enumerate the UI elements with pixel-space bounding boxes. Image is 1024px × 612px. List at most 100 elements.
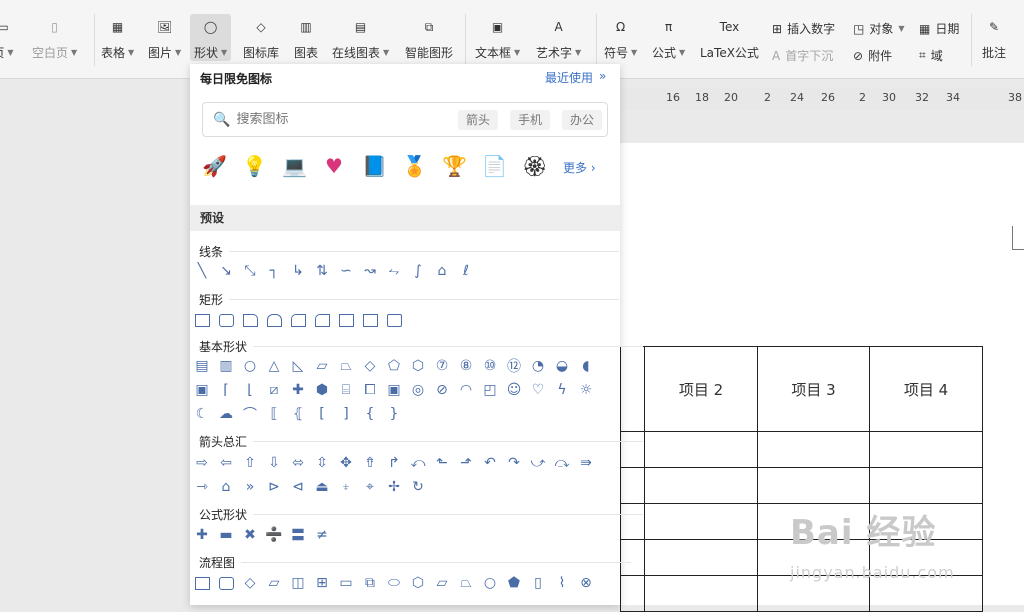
book-icon[interactable]: 📘 [362, 154, 387, 178]
snip-same-side-icon[interactable] [313, 312, 331, 328]
elbow-connector-icon[interactable]: ┐ [265, 263, 283, 279]
curved-down-arrow-icon[interactable]: ⤼ [553, 455, 571, 471]
tag-phone[interactable]: 手机 [510, 110, 551, 130]
card-icon[interactable]: ▯ [529, 575, 547, 591]
octagon-icon[interactable]: ⑧ [457, 358, 475, 374]
page-break-button[interactable]: ▭页▼ [0, 14, 16, 61]
punched-tape-icon[interactable]: ⌇ [553, 575, 571, 591]
rectangle-icon[interactable] [193, 312, 211, 328]
u-turn-arrow-icon[interactable]: ⤺ [409, 455, 427, 471]
minus-icon[interactable]: ▬ [217, 527, 235, 543]
down-arrow-icon[interactable]: ⇩ [265, 455, 283, 471]
curved-right-arrow-icon[interactable]: ↶ [481, 455, 499, 471]
tag-arrow[interactable]: 箭头 [458, 110, 499, 130]
multidocument-icon[interactable]: ⧉ [361, 575, 379, 591]
parallelogram-icon[interactable]: ▱ [313, 358, 331, 374]
rectangle-alt-icon[interactable] [361, 312, 379, 328]
circular-arrow-icon[interactable]: ↻ [409, 479, 427, 495]
decision-icon[interactable]: ◇ [241, 575, 259, 591]
bevel-icon[interactable]: ▣ [385, 382, 403, 398]
right-bracket-icon[interactable]: ] [337, 406, 355, 422]
divide-icon[interactable]: ➗ [265, 527, 283, 543]
rounded-rectangle-alt-icon[interactable] [385, 312, 403, 328]
up-down-arrow-icon[interactable]: ⇳ [313, 455, 331, 471]
decagon-icon[interactable]: ⑩ [481, 358, 499, 374]
table-cell[interactable] [644, 575, 758, 612]
text-box-shape-icon[interactable]: ▤ [193, 358, 211, 374]
laptop-chart-icon[interactable]: 💻 [282, 154, 307, 178]
triangle-icon[interactable]: △ [265, 358, 283, 374]
horizontal-ruler[interactable]: 16 18 20 2 24 26 2 30 32 34 38 [620, 88, 1024, 110]
hexagon-icon[interactable]: ⬡ [409, 358, 427, 374]
chord-icon[interactable]: ◒ [553, 358, 571, 374]
manual-operation-icon[interactable]: ⏢ [457, 575, 475, 591]
curved-left-arrow-icon[interactable]: ↷ [505, 455, 523, 471]
striped-right-arrow-icon[interactable]: ⇛ [577, 455, 595, 471]
block-arc-icon[interactable]: ◠ [457, 382, 475, 398]
symbol-button[interactable]: Ω 符号 ▼ [604, 14, 637, 61]
left-right-arrow-icon[interactable]: ⬄ [289, 455, 307, 471]
rounded-rectangle-icon[interactable] [217, 312, 235, 328]
pie-icon[interactable]: ◔ [529, 358, 547, 374]
can-icon[interactable]: ⌸ [337, 382, 355, 398]
line-shape-icon[interactable]: ╲ [193, 263, 211, 279]
bent-up-arrow-icon[interactable]: ⬏ [457, 455, 475, 471]
recent-used-link[interactable]: 最近使用» [545, 69, 606, 86]
trophy-icon[interactable]: 🏆 [442, 154, 467, 178]
curve-connector-icon[interactable]: ∽ [337, 263, 355, 279]
lightbulb-icon[interactable]: 💡 [242, 154, 267, 178]
cube-icon[interactable]: ⧠ [361, 382, 379, 398]
off-page-connector-icon[interactable]: ⬟ [505, 575, 523, 591]
moon-icon[interactable]: ☾ [193, 406, 211, 422]
search-input[interactable] [236, 112, 457, 127]
multiply-icon[interactable]: ✖ [241, 527, 259, 543]
donut-icon[interactable]: ◎ [409, 382, 427, 398]
field-button[interactable]: ⌗ 域 [919, 47, 943, 64]
badge-icon[interactable]: 🏵 [522, 154, 547, 178]
drop-cap-button[interactable]: A 首字下沉 [772, 47, 833, 64]
blank-page-button[interactable]: ▯ 空白页 ▼ [32, 14, 77, 61]
summing-junction-icon[interactable]: ⊗ [577, 575, 595, 591]
bent-arrow-icon[interactable]: ↱ [385, 455, 403, 471]
tag-office[interactable]: 办公 [562, 110, 603, 130]
table-cell[interactable] [757, 431, 870, 468]
curved-up-arrow-icon[interactable]: ⤻ [529, 455, 547, 471]
rocket-icon[interactable]: 🚀 [202, 154, 227, 178]
table-cell[interactable] [620, 503, 645, 540]
plain-rectangle-icon[interactable] [337, 312, 355, 328]
terminator-icon[interactable]: ⬭ [385, 575, 403, 591]
up-arrow-icon[interactable]: ⇧ [241, 455, 259, 471]
frame-icon[interactable]: ▣ [193, 382, 211, 398]
heptagon-icon[interactable]: ⑦ [433, 358, 451, 374]
wordart-button[interactable]: A 艺术字 ▼ [536, 14, 581, 61]
double-brace-icon[interactable]: ⦃ [289, 406, 307, 422]
table-cell[interactable] [644, 431, 758, 468]
dodecagon-icon[interactable]: ⑫ [505, 358, 523, 375]
table-cell[interactable]: 项目 2 [644, 346, 758, 432]
table-cell[interactable] [644, 503, 758, 540]
arc-icon[interactable]: ⌒ [241, 406, 259, 423]
left-bracket-icon[interactable]: [ [313, 406, 331, 422]
table-cell[interactable] [644, 467, 758, 504]
chevron-arrow-icon[interactable]: » [241, 479, 259, 495]
table-cell[interactable] [620, 575, 645, 612]
scribble-icon[interactable]: ℓ [457, 263, 475, 279]
snip-corners-rectangle-icon[interactable] [289, 312, 307, 328]
plus-icon[interactable]: ✚ [193, 527, 211, 543]
double-arrow-line-icon[interactable]: ⤡ [241, 263, 259, 279]
table-button[interactable]: ▦ 表格 ▼ [101, 14, 134, 61]
table-cell[interactable] [620, 539, 645, 576]
date-button[interactable]: ▦ 日期 [919, 20, 959, 37]
quad-arrow-icon[interactable]: ✥ [337, 455, 355, 471]
folded-corner-icon[interactable]: ◰ [481, 382, 499, 398]
left-brace-icon[interactable]: { [361, 406, 379, 422]
shape-button[interactable]: ◯ 形状 ▼ [190, 14, 232, 61]
medal-icon[interactable]: 🏅 [402, 154, 427, 178]
left-callout-arrow-icon[interactable]: ⊲ [289, 479, 307, 495]
document-shape-icon[interactable]: ▭ [337, 575, 355, 591]
freeform-icon[interactable]: ⌂ [433, 263, 451, 279]
predefined-process-icon[interactable]: ◫ [289, 575, 307, 591]
right-brace-icon[interactable]: } [385, 406, 403, 422]
smiley-icon[interactable]: ☺ [505, 382, 523, 398]
document-icon[interactable]: 📄 [482, 154, 507, 178]
